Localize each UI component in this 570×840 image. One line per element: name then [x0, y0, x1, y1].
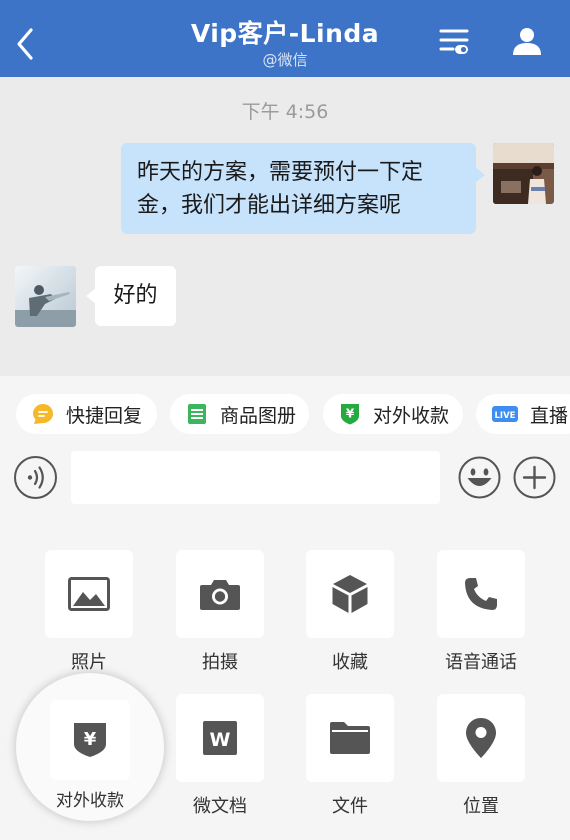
quick-reply-icon — [33, 404, 53, 424]
message-input[interactable] — [71, 451, 440, 504]
favorites-icon — [332, 575, 368, 613]
product-album-icon — [188, 404, 206, 424]
action-file-label: 文件 — [332, 796, 368, 817]
quick-reply-bar: 快捷回复 商品图册 ¥ 对外收款 LIVE 直播 — [0, 376, 570, 451]
chat-settings-icon[interactable] — [439, 26, 469, 58]
action-voice-call-label: 语音通话 — [445, 652, 517, 673]
doc-icon: W — [203, 721, 237, 755]
avatar-contact[interactable] — [15, 266, 76, 327]
photo-icon — [68, 577, 110, 611]
action-location-label: 位置 — [463, 796, 499, 817]
chip-label: 对外收款 — [373, 404, 450, 427]
payment-shield-icon: ¥ — [74, 723, 106, 757]
chat-subtitle: @微信 — [262, 51, 308, 69]
phone-icon — [465, 578, 497, 610]
camera-icon — [200, 580, 240, 610]
svg-text:¥: ¥ — [346, 407, 355, 421]
chat-title: Vip客户-Linda — [190, 19, 380, 48]
svg-text:¥: ¥ — [84, 729, 97, 750]
voice-input-button[interactable] — [14, 456, 57, 499]
message-timestamp: 下午 4:56 — [241, 101, 329, 123]
action-external-payment[interactable]: ¥ — [50, 700, 130, 780]
location-icon — [466, 718, 496, 758]
chip-external-payment[interactable]: ¥ 对外收款 — [323, 394, 463, 434]
action-camera-label: 拍摄 — [202, 652, 238, 673]
svg-text:W: W — [210, 729, 231, 751]
function-panel: 照片 拍摄 收藏 语音通话 ¥ 对外收款 W 微文档 文件 位置 — [0, 511, 570, 840]
more-functions-plus-icon[interactable] — [513, 456, 556, 499]
action-external-payment-label: 对外收款 — [56, 791, 124, 811]
chip-label: 商品图册 — [220, 404, 297, 427]
avatar-self[interactable] — [493, 143, 554, 204]
voice-icon — [27, 466, 44, 489]
message-bubble-incoming[interactable]: 好的 — [86, 266, 176, 326]
message-bubble-outgoing[interactable]: 昨天的方案，需要预付一下定金，我们才能出详细方案呢 — [121, 143, 485, 234]
action-location[interactable] — [437, 694, 525, 782]
user-profile-icon[interactable] — [511, 26, 543, 56]
action-favorites-label: 收藏 — [332, 652, 368, 673]
chip-product-album[interactable]: 商品图册 — [170, 394, 309, 434]
action-photo-label: 照片 — [71, 652, 107, 673]
folder-icon — [330, 722, 370, 754]
back-icon[interactable] — [12, 26, 40, 62]
chip-label: 直播 — [530, 404, 569, 427]
action-camera[interactable] — [176, 550, 264, 638]
chat-title-area: Vip客户-Linda @微信 — [150, 17, 420, 69]
action-voice-call[interactable] — [437, 550, 525, 638]
emoji-button-icon[interactable] — [458, 456, 501, 499]
chip-quick-reply[interactable]: 快捷回复 — [16, 394, 157, 434]
chip-label: 快捷回复 — [66, 404, 143, 427]
composer-bar — [0, 451, 570, 511]
action-file[interactable] — [306, 694, 394, 782]
action-favorites[interactable] — [306, 550, 394, 638]
chat-header: Vip客户-Linda @微信 — [0, 0, 570, 77]
action-micro-doc[interactable]: W — [176, 694, 264, 782]
chat-area[interactable]: 下午 4:56 昨天的方案，需要预付一下定金，我们才能出详细方案呢 好的 — [0, 77, 570, 376]
payment-shield-icon: ¥ — [341, 404, 359, 425]
action-micro-doc-label: 微文档 — [193, 796, 247, 817]
action-photo[interactable] — [45, 550, 133, 638]
svg-text:LIVE: LIVE — [495, 411, 516, 421]
live-icon: LIVE — [492, 406, 518, 422]
chip-live[interactable]: LIVE 直播 — [476, 394, 570, 434]
